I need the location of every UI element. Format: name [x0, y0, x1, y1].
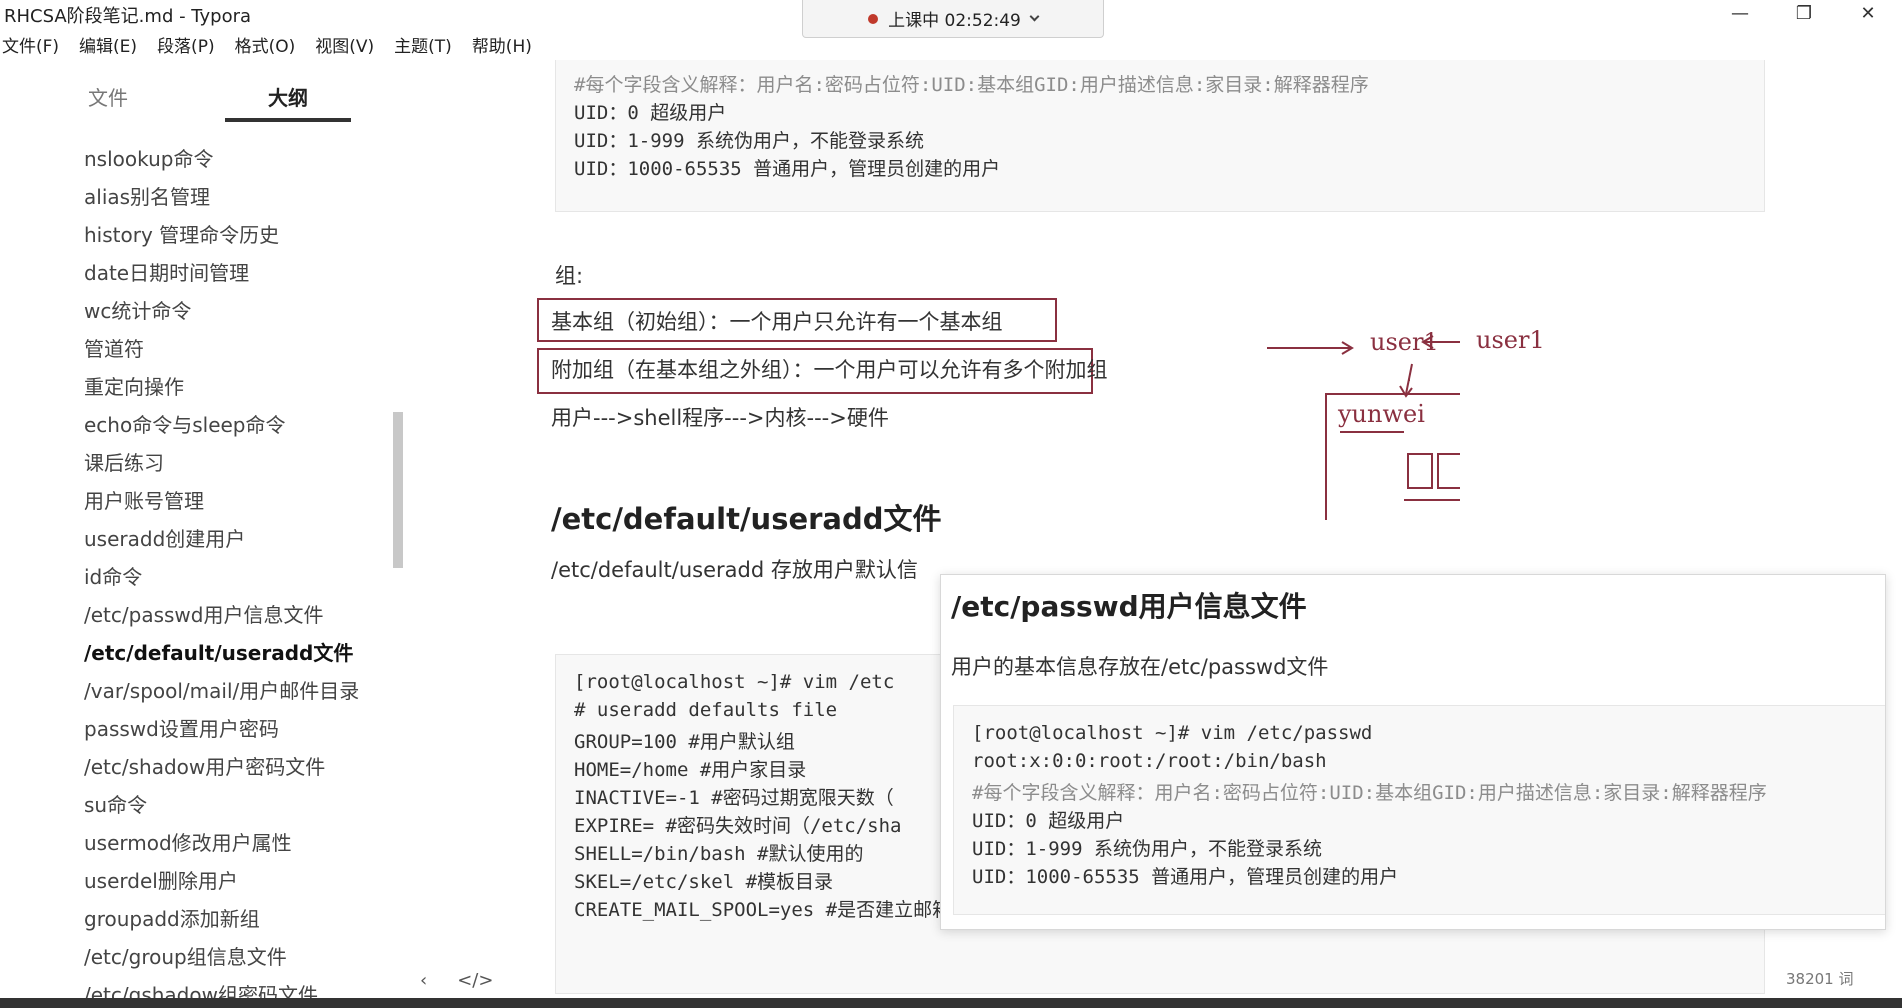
outline-item[interactable]: /etc/passwd用户信息文件 — [84, 596, 394, 634]
outline-item[interactable]: /var/spool/mail/用户邮件目录 — [84, 672, 394, 710]
sidebar-scrollbar[interactable] — [393, 412, 403, 568]
menu-theme[interactable]: 主题(T) — [392, 32, 452, 58]
code-line: GROUP=100 #用户默认组 — [574, 731, 795, 753]
code-line: UID：1-999 系统伪用户，不能登录系统 — [574, 130, 924, 152]
code-block-passwd[interactable]: #每个字段含义解释：用户名:密码占位符:UID:基本组GID:用户描述信息:家目… — [555, 60, 1765, 212]
outline-list: nslookup命令 alias别名管理 history 管理命令历史 date日期时… — [84, 140, 394, 1008]
menu-view[interactable]: 视图(V) — [313, 32, 374, 58]
outline-item[interactable]: userdel删除用户 — [84, 862, 394, 900]
taskbar-edge — [0, 998, 1902, 1008]
menu-paragraph[interactable]: 段落(P) — [155, 32, 215, 58]
extra-group-text: 附加组（在基本组之外组）：一个用户可以允许有多个附加组 — [551, 358, 1108, 382]
code-line: SKEL=/etc/skel #模板目录 — [574, 871, 834, 893]
handdrawn-diagram: user1 user1 yunwei — [1040, 260, 1545, 520]
code-line: HOME=/home #用户家目录 — [574, 759, 807, 781]
outline-item[interactable]: alias别名管理 — [84, 178, 394, 216]
outline-item[interactable]: 用户账号管理 — [84, 482, 394, 520]
menu-edit[interactable]: 编辑(E) — [77, 32, 137, 58]
recording-label: 上课中 02:52:49 — [888, 11, 1021, 31]
code-line: INACTIVE=-1 #密码过期宽限天数（ — [574, 787, 894, 809]
active-tab-indicator — [225, 118, 351, 122]
outline-item[interactable]: su命令 — [84, 786, 394, 824]
code-line: [root@localhost ~]# vim /etc — [574, 671, 895, 693]
label-user1: user1 — [1370, 328, 1439, 356]
code-line: UID：1-999 系统伪用户，不能登录系统 — [972, 838, 1322, 860]
code-line: #每个字段含义解释：用户名:密码占位符:UID:基本组GID:用户描述信息:家目… — [972, 782, 1767, 804]
outline-item[interactable]: date日期时间管理 — [84, 254, 394, 292]
section-description: /etc/default/useradd 存放用户默认信 — [551, 558, 918, 582]
menu-file[interactable]: 文件(F) — [0, 32, 59, 58]
outline-item[interactable]: history 管理命令历史 — [84, 216, 394, 254]
chevron-down-icon — [1029, 11, 1040, 22]
group-label: 组: — [555, 264, 584, 288]
outline-item[interactable]: useradd创建用户 — [84, 520, 394, 558]
basic-group-text: 基本组（初始组）：一个用户只允许有一个基本组 — [551, 310, 1003, 334]
menu-bar: 文件(F) 编辑(E) 段落(P) 格式(O) 视图(V) 主题(T) 帮助(H… — [0, 32, 550, 58]
flow-text: 用户--->shell程序--->内核--->硬件 — [551, 406, 889, 430]
code-line: UID：0 超级用户 — [972, 810, 1125, 832]
outline-item[interactable]: 重定向操作 — [84, 368, 394, 406]
section-heading: /etc/default/useradd文件 — [551, 502, 942, 536]
code-line: UID：0 超级用户 — [574, 102, 727, 124]
maximize-button[interactable]: ❐ — [1774, 0, 1834, 26]
menu-format[interactable]: 格式(O) — [233, 32, 296, 58]
code-line: CREATE_MAIL_SPOOL=yes #是否建立邮箱 — [574, 899, 952, 921]
outline-item[interactable]: id命令 — [84, 558, 394, 596]
outline-item[interactable]: passwd设置用户密码 — [84, 710, 394, 748]
outline-item[interactable]: wc统计命令 — [84, 292, 394, 330]
popup-text: 用户的基本信息存放在/etc/passwd文件 — [951, 655, 1329, 679]
outline-item[interactable]: /etc/shadow用户密码文件 — [84, 748, 394, 786]
code-line: EXPIRE= #密码失效时间（/etc/sha — [574, 815, 902, 837]
popup-code-block: [root@localhost ~]# vim /etc/passwd root… — [953, 705, 1885, 915]
tab-files[interactable]: 文件 — [88, 82, 128, 111]
code-line: UID：1000-65535 普通用户，管理员创建的用户 — [574, 158, 1001, 180]
code-line: #每个字段含义解释：用户名:密码占位符:UID:基本组GID:用户描述信息:家目… — [574, 74, 1369, 96]
code-line: root:x:0:0:root:/root:/bin/bash — [972, 750, 1327, 772]
label-yunwei: yunwei — [1338, 400, 1425, 428]
outline-item[interactable]: usermod修改用户属性 — [84, 824, 394, 862]
recording-indicator[interactable]: 上课中 02:52:49 — [802, 0, 1104, 38]
close-button[interactable]: ✕ — [1838, 0, 1898, 26]
outline-item[interactable]: nslookup命令 — [84, 140, 394, 178]
outline-item[interactable]: echo命令与sleep命令 — [84, 406, 394, 444]
label-user1-boxed: user1 — [1476, 326, 1545, 354]
window-title: RHCSA阶段笔记.md - Typora — [4, 6, 252, 27]
code-line: # useradd defaults file — [574, 699, 838, 721]
record-dot-icon — [868, 13, 879, 24]
word-count[interactable]: 38201 词 — [1786, 968, 1854, 989]
sidebar: 文件 大纲 nslookup命令 alias别名管理 history 管理命令历史 d… — [0, 60, 405, 1008]
link-preview-popup[interactable]: /etc/passwd用户信息文件 用户的基本信息存放在/etc/passwd文… — [940, 574, 1886, 930]
diagram-strokes — [1267, 335, 1460, 520]
menu-help[interactable]: 帮助(H) — [470, 32, 532, 58]
outline-item[interactable]: /etc/group组信息文件 — [84, 938, 394, 976]
code-line: SHELL=/bin/bash #默认使用的 — [574, 843, 864, 865]
outline-item[interactable]: groupadd添加新组 — [84, 900, 394, 938]
popup-title: /etc/passwd用户信息文件 — [951, 590, 1307, 623]
outline-item[interactable]: 课后练习 — [84, 444, 394, 482]
outline-item[interactable]: 管道符 — [84, 330, 394, 368]
minimize-button[interactable]: — — [1710, 0, 1770, 26]
tab-outline[interactable]: 大纲 — [268, 82, 308, 111]
code-line: [root@localhost ~]# vim /etc/passwd — [972, 722, 1373, 744]
outline-item[interactable]: /etc/default/useradd文件 — [84, 634, 394, 672]
code-line: UID：1000-65535 普通用户，管理员创建的用户 — [972, 866, 1399, 888]
